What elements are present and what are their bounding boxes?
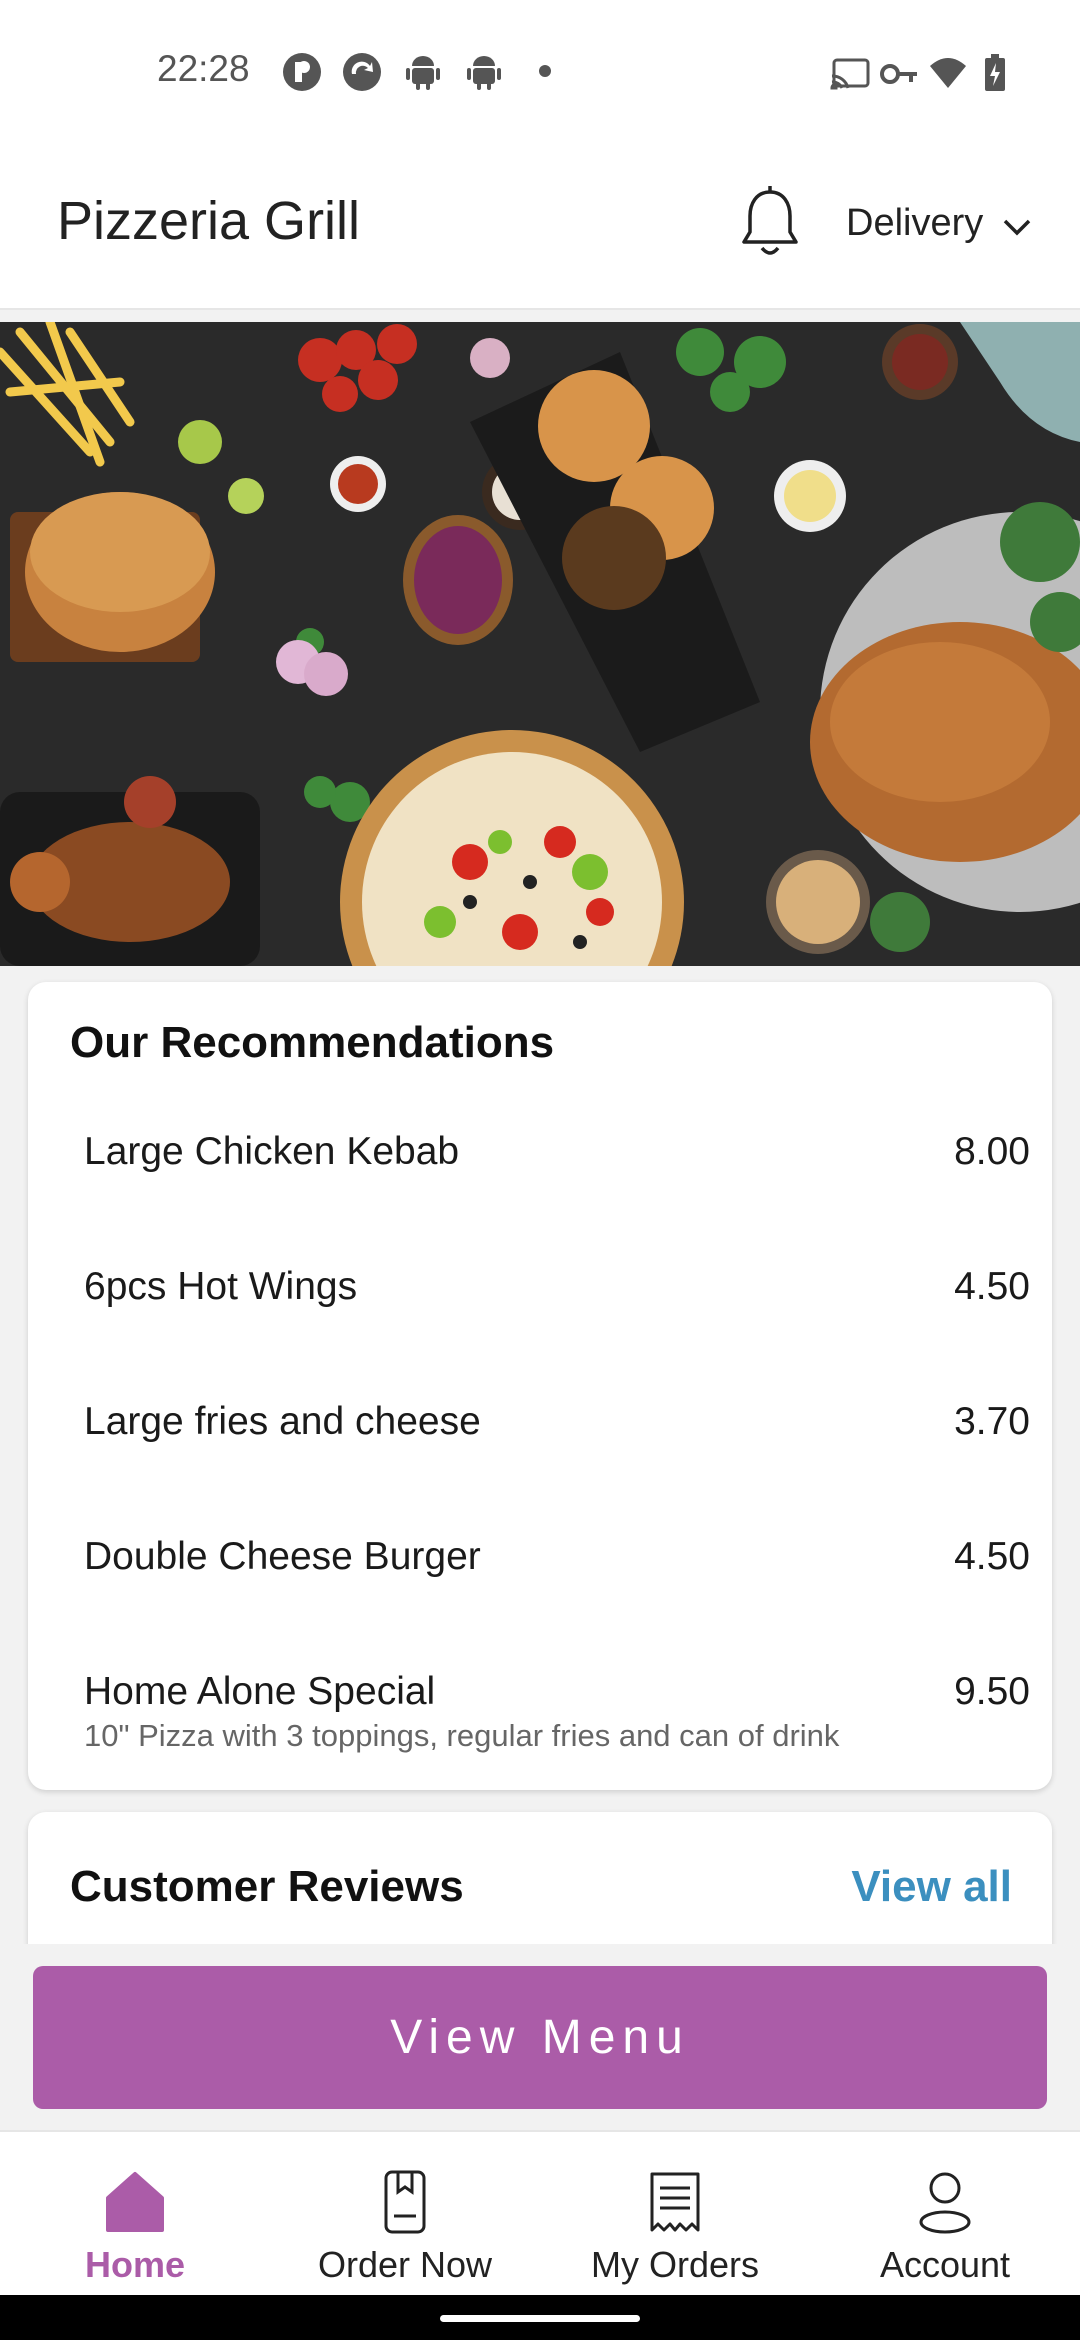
app-title: Pizzeria Grill [57,191,361,251]
item-name: Large fries and cheese [84,1400,481,1443]
bottom-navigation: Home Order Now My Orders Account [0,2130,1080,2297]
item-name: Large Chicken Kebab [84,1130,460,1173]
recommendations-title: Our Recommendations [70,1018,555,1067]
item-price: 4.50 [954,1535,1030,1578]
nav-order-now-label: Order Now [317,2244,493,2285]
view-menu-button[interactable]: View Menu [33,1966,1047,2109]
hero-banner [0,322,1080,966]
nav-account-label: Account [879,2244,1011,2285]
nav-order-now[interactable]: Order Now [270,2132,540,2297]
status-time: 22:28 [157,48,250,89]
item-price: 4.50 [954,1265,1030,1308]
item-price: 9.50 [954,1670,1030,1713]
nav-home-label: Home [84,2244,186,2285]
app-header: Pizzeria Grill Delivery [0,150,1080,310]
item-description: 10" Pizza with 3 toppings, regular fries… [84,1718,840,1753]
chevron-down-icon[interactable] [1002,216,1032,238]
bell-icon[interactable] [740,186,800,260]
battery-charging-icon [985,54,1005,91]
cast-icon [830,58,870,90]
vpn-key-icon [880,64,917,84]
nav-my-orders-label: My Orders [590,2244,759,2285]
android-icon [467,56,501,90]
sync-icon [343,53,381,91]
nav-home[interactable]: Home [0,2132,270,2297]
home-gesture-handle[interactable] [440,2315,640,2322]
nav-my-orders[interactable]: My Orders [540,2132,810,2297]
reviews-title: Customer Reviews [70,1862,464,1911]
item-name: Double Cheese Burger [84,1535,481,1578]
order-icon [384,2170,426,2234]
item-price: 8.00 [954,1130,1030,1173]
wifi-icon [930,58,966,88]
receipt-icon [650,2172,700,2232]
item-name: 6pcs Hot Wings [84,1265,358,1308]
app-icon [283,53,321,91]
nav-account[interactable]: Account [810,2132,1080,2297]
view-all-reviews-link[interactable]: View all [851,1862,1012,1912]
status-bar: 22:28 [0,0,1080,150]
view-menu-bar: View Menu [0,1944,1080,2130]
item-price: 3.70 [954,1400,1030,1443]
person-icon [919,2172,971,2234]
item-name: Home Alone Special [84,1670,436,1713]
food-banner-image [0,322,1080,966]
recommendations-card: Our Recommendations Large Chicken Kebab … [28,982,1052,1790]
dot-icon [539,65,551,77]
home-icon [106,2172,164,2232]
delivery-selector[interactable]: Delivery [846,202,983,245]
android-icon [406,56,440,90]
gesture-bar [0,2295,1080,2340]
